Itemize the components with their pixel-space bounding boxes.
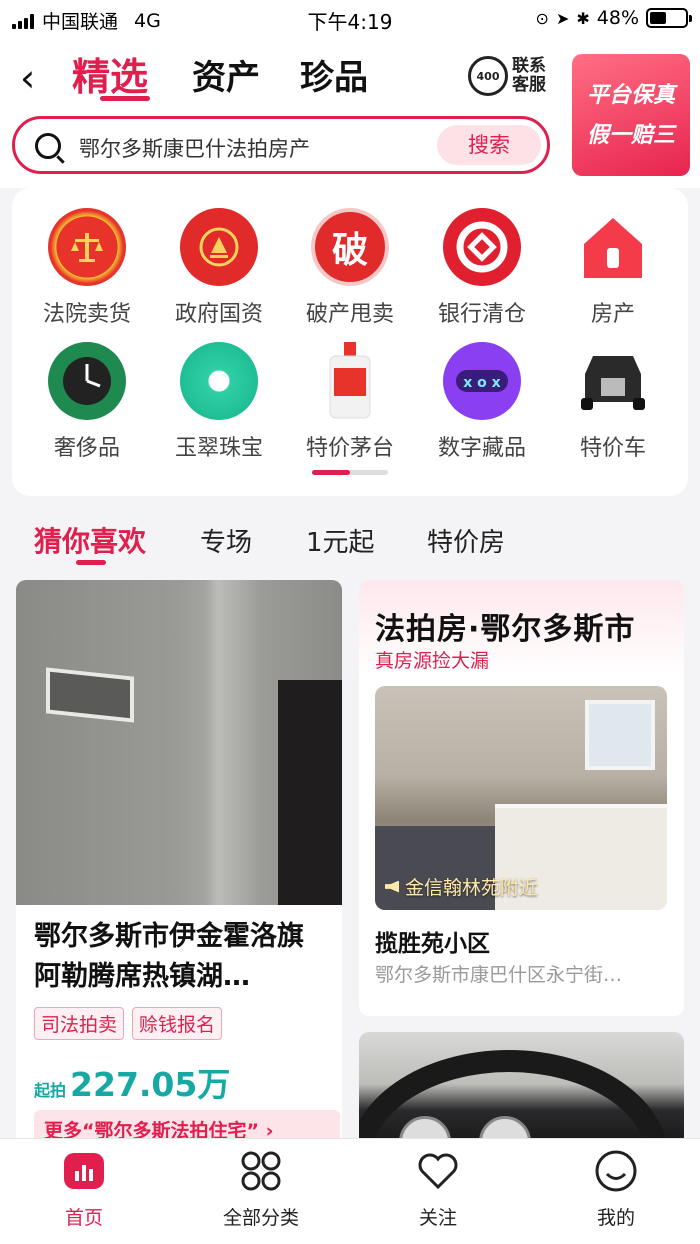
battery-icon <box>646 8 692 28</box>
price-value: 227.05万 <box>70 1065 231 1104</box>
search-input[interactable]: 鄂尔多斯康巴什法拍房产 <box>79 133 310 163</box>
watch-icon <box>48 342 126 420</box>
house-icon <box>574 208 652 286</box>
category-luxury[interactable]: 奢侈品 <box>32 342 142 462</box>
category-label: 房产 <box>590 302 635 327</box>
court-emblem-icon <box>48 208 126 286</box>
category-maotai[interactable]: 特价茅台 <box>295 342 405 462</box>
category-digital[interactable]: x o x 数字藏品 <box>427 342 537 462</box>
tab-underline <box>100 96 150 101</box>
tabbar-home[interactable]: 首页 <box>24 1149 144 1230</box>
tabbar-me[interactable]: 我的 <box>556 1149 676 1230</box>
promo-title: 法拍房·鄂尔多斯市 <box>375 612 636 647</box>
category-label: 破产甩卖 <box>305 302 394 327</box>
header: ‹ 精选 资产 珍品 400 联系客服 鄂尔多斯康巴什法拍房产 搜索 平台保真 … <box>0 36 700 188</box>
category-label: 银行清仓 <box>437 302 526 327</box>
category-label: 数字藏品 <box>437 436 526 461</box>
bankruptcy-icon: 破 <box>311 208 389 286</box>
svg-text:x o x: x o x <box>463 375 500 391</box>
location-icon: ➤ <box>555 8 570 28</box>
tabbar-label: 首页 <box>64 1207 103 1229</box>
tag-credit-register: 赊钱报名 <box>132 1007 223 1040</box>
listing-address: 鄂尔多斯市康巴什区永宁街… <box>375 964 623 986</box>
guarantee-line2: 假一赔三 <box>586 123 675 148</box>
status-bar: 中国联通 4G 下午4:19 ⊙ ➤ ✱ 48% <box>0 0 700 36</box>
listing-photo <box>16 580 342 905</box>
promo-subtitle: 真房源捡大漏 <box>375 650 490 672</box>
category-bankruptcy[interactable]: 破 破产甩卖 <box>295 208 405 328</box>
search-button[interactable]: 搜索 <box>437 125 541 165</box>
listing-photo: 金信翰林苑附近 <box>375 686 667 910</box>
guarantee-banner[interactable]: 平台保真 假一赔三 <box>572 54 690 176</box>
government-emblem-icon <box>180 208 258 286</box>
back-icon[interactable]: ‹ <box>20 56 35 100</box>
tabbar-follow[interactable]: 关注 <box>378 1149 498 1230</box>
listing-name: 揽胜苑小区 <box>375 931 490 957</box>
tab-assets[interactable]: 资产 <box>192 50 260 99</box>
phone-400-icon: 400 <box>468 56 508 96</box>
category-bank[interactable]: 银行清仓 <box>427 208 537 328</box>
bank-icon <box>443 208 521 286</box>
category-label: 奢侈品 <box>53 436 120 461</box>
location-tag: 金信翰林苑附近 <box>385 873 538 900</box>
search-icon <box>35 133 61 159</box>
home-icon <box>62 1149 106 1193</box>
rotation-lock-icon: ⊙ <box>535 8 549 28</box>
smile-icon <box>594 1149 638 1193</box>
category-car[interactable]: 特价车 <box>558 342 668 462</box>
listing-card-left[interactable]: 鄂尔多斯市伊金霍洛旗阿勒腾席热镇湖… 司法拍卖 赊钱报名 起拍 227.05万 更… <box>16 580 342 1150</box>
tabbar-label: 全部分类 <box>222 1207 299 1229</box>
customer-service-label: 联系客服 <box>512 56 546 95</box>
category-label: 特价茅台 <box>305 436 394 461</box>
heart-icon <box>416 1149 460 1193</box>
tab-featured[interactable]: 精选 <box>72 46 148 101</box>
customer-service-button[interactable]: 400 联系客服 <box>468 56 550 96</box>
listing-price: 起拍 227.05万 <box>34 1058 230 1106</box>
window-detail <box>585 700 655 770</box>
bluetooth-icon: ✱ <box>576 8 590 28</box>
tabbar-categories[interactable]: 全部分类 <box>201 1149 321 1230</box>
wall-switch-detail <box>46 667 134 723</box>
category-grid: 法院卖货 政府国资 破 破产甩卖 银行清仓 房产 奢侈品 玉翠珠宝 特价茅台 x… <box>12 188 688 496</box>
category-jade[interactable]: 玉翠珠宝 <box>164 342 274 462</box>
category-pager <box>312 470 388 475</box>
feed-tab-special[interactable]: 专场 <box>200 522 252 559</box>
battery-percent: 48% <box>596 7 639 29</box>
category-court[interactable]: 法院卖货 <box>32 208 142 328</box>
tag-judicial-auction: 司法拍卖 <box>34 1007 125 1040</box>
category-label: 法院卖货 <box>42 302 131 327</box>
category-house[interactable]: 房产 <box>558 208 668 328</box>
listing-card-right[interactable]: 法拍房·鄂尔多斯市 真房源捡大漏 金信翰林苑附近 揽胜苑小区 鄂尔多斯市康巴什区… <box>359 580 684 1016</box>
listing-tags: 司法拍卖 赊钱报名 <box>34 1007 223 1040</box>
feed-tab-one-yuan[interactable]: 1元起 <box>306 522 375 559</box>
tab-treasures[interactable]: 珍品 <box>300 50 368 99</box>
category-label: 特价车 <box>579 436 646 461</box>
tabbar-label: 我的 <box>596 1207 635 1229</box>
category-label: 政府国资 <box>174 302 263 327</box>
digital-collectible-icon: x o x <box>443 342 521 420</box>
price-label: 起拍 <box>34 1081 67 1100</box>
tabbar-label: 关注 <box>418 1207 457 1229</box>
jade-pendant-icon <box>180 342 258 420</box>
location-label: 金信翰林苑附近 <box>405 877 539 899</box>
guarantee-line1: 平台保真 <box>586 83 675 108</box>
feed-tabs: 猜你喜欢 专场 1元起 特价房 <box>0 508 700 570</box>
listing-title: 鄂尔多斯市伊金霍洛旗阿勒腾席热镇湖… <box>34 921 304 992</box>
grid-icon <box>239 1149 283 1193</box>
door-detail <box>278 680 342 905</box>
bottom-tab-bar: 首页 全部分类 关注 我的 <box>0 1138 700 1244</box>
car-icon <box>574 342 652 420</box>
search-bar[interactable]: 鄂尔多斯康巴什法拍房产 搜索 <box>12 116 550 174</box>
liquor-bottle-icon <box>311 342 389 420</box>
feed-tab-discount-house[interactable]: 特价房 <box>427 522 505 559</box>
feed-tab-underline <box>76 560 106 565</box>
speaker-icon <box>385 880 399 893</box>
category-label: 玉翠珠宝 <box>174 436 263 461</box>
feed-tab-recommend[interactable]: 猜你喜欢 <box>34 520 146 560</box>
category-government[interactable]: 政府国资 <box>164 208 274 328</box>
